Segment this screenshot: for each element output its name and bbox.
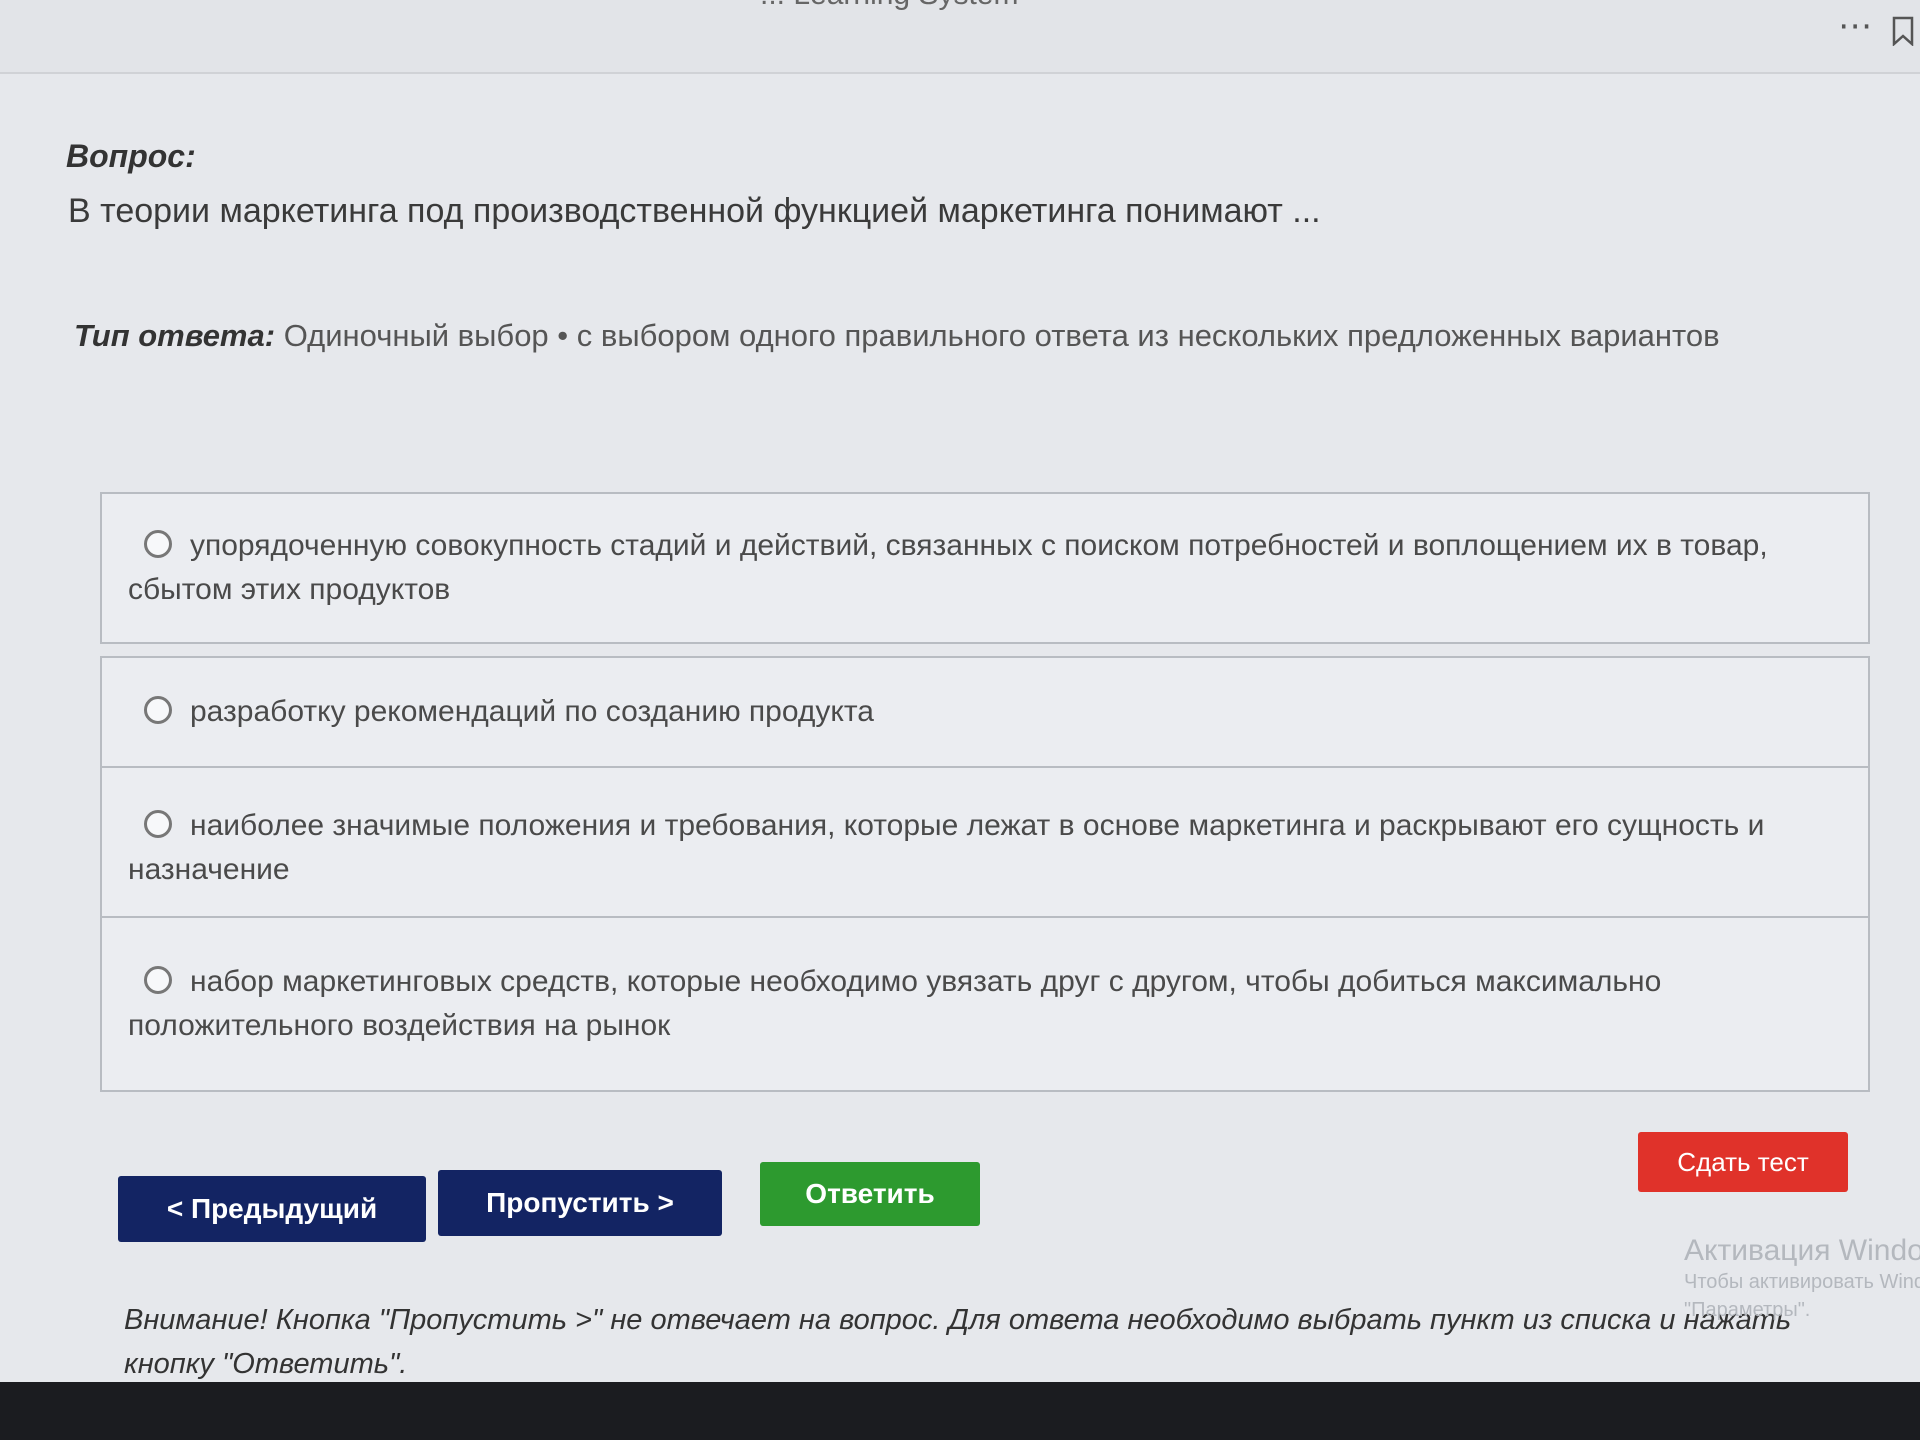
previous-button[interactable]: < Предыдущий bbox=[118, 1176, 426, 1242]
watermark-line-2: "Параметры". bbox=[1684, 1299, 1811, 1321]
answer-option-3[interactable]: наиболее значимые положения и требования… bbox=[100, 766, 1870, 930]
answer-option-text: набор маркетинговых средств, которые нео… bbox=[128, 965, 1662, 1042]
answer-type: Тип ответа: Одиночный выбор • с выбором … bbox=[74, 318, 1720, 354]
more-horizontal-icon[interactable]: ⋯ bbox=[1838, 6, 1874, 46]
skip-warning-notice: Внимание! Кнопка "Пропустить >" не отвеч… bbox=[124, 1304, 1792, 1380]
answer-option-text: разработку рекомендаций по созданию прод… bbox=[190, 695, 874, 728]
watermark-line-1: Чтобы активировать Windows, bbox=[1684, 1271, 1920, 1293]
radio-button[interactable] bbox=[144, 696, 172, 725]
answer-button[interactable]: Ответить bbox=[760, 1162, 980, 1226]
app-title: ... Learning System bbox=[760, 0, 1018, 12]
bookmark-icon[interactable] bbox=[1892, 16, 1914, 51]
answer-option-1[interactable]: упорядоченную совокупность стадий и дейс… bbox=[100, 492, 1870, 644]
skip-button[interactable]: Пропустить > bbox=[438, 1170, 722, 1236]
windows-activation-watermark: Активация Windows Чтобы активировать Win… bbox=[1684, 1234, 1920, 1324]
browser-toolbar: ... Learning System ⋯ bbox=[0, 0, 1920, 74]
answer-option-4[interactable]: набор маркетинговых средств, которые нео… bbox=[100, 916, 1870, 1092]
submit-test-button[interactable]: Сдать тест bbox=[1638, 1132, 1848, 1192]
answer-option-text: упорядоченную совокупность стадий и дейс… bbox=[128, 529, 1768, 606]
question-label: Вопрос: bbox=[66, 138, 196, 174]
question-text: В теории маркетинга под производственной… bbox=[68, 192, 1321, 230]
radio-button[interactable] bbox=[144, 810, 172, 839]
radio-button[interactable] bbox=[144, 530, 172, 559]
answer-option-text: наиболее значимые положения и требования… bbox=[128, 809, 1765, 886]
answer-option-2[interactable]: разработку рекомендаций по созданию прод… bbox=[100, 656, 1870, 768]
screen-bezel bbox=[0, 1382, 1920, 1440]
watermark-title: Активация Windows bbox=[1684, 1234, 1920, 1267]
answer-type-label: Тип ответа: bbox=[74, 318, 276, 353]
radio-button[interactable] bbox=[144, 966, 172, 995]
answer-type-value: Одиночный выбор • с выбором одного прави… bbox=[283, 318, 1720, 353]
